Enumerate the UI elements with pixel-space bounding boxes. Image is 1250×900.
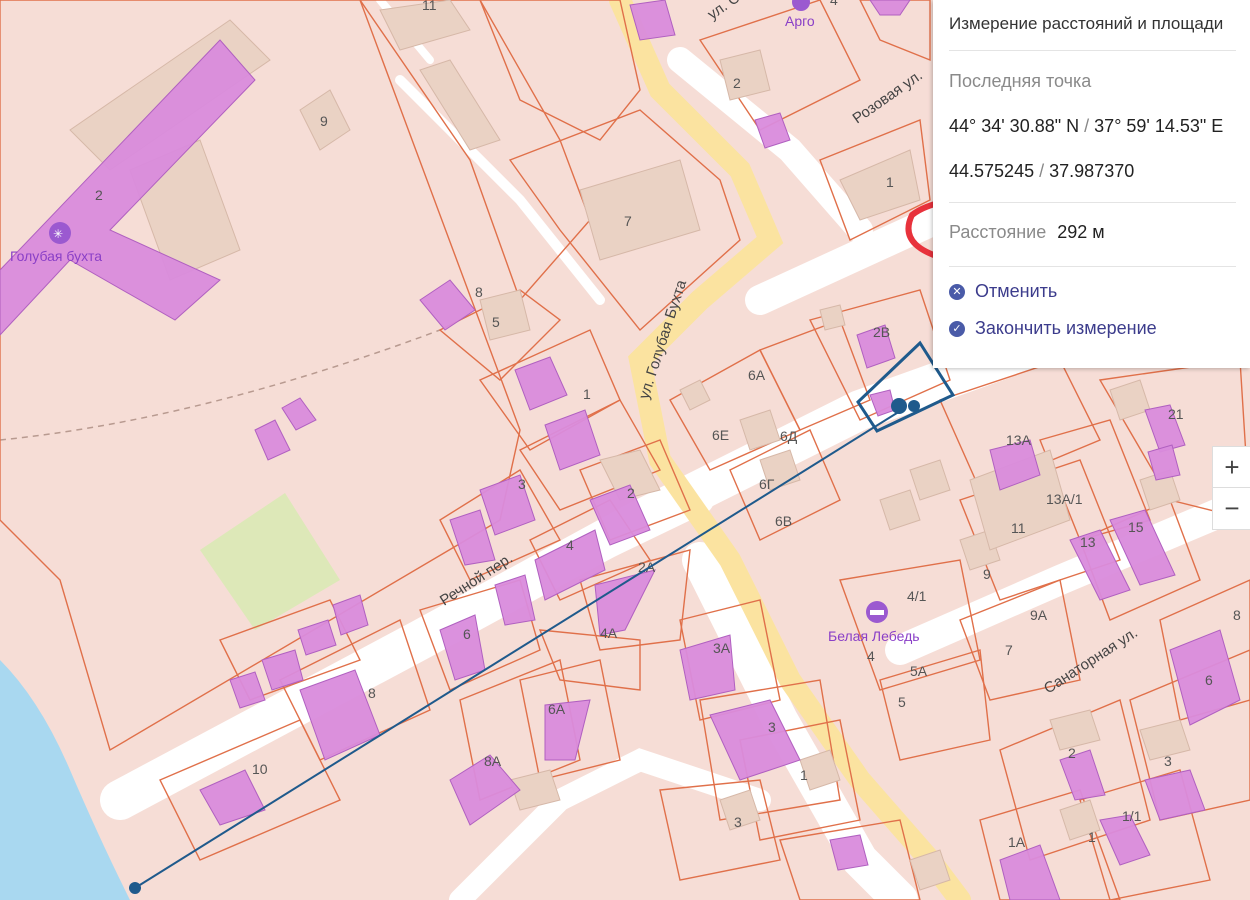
house-number: 10 [252,761,268,777]
house-number: 7 [624,213,632,229]
dms-lat: 44° 34' 30.88" N [949,116,1080,136]
bed-glyph [870,610,884,615]
finish-measurement-button[interactable]: ✓ Закончить измерение [949,318,1157,339]
house-number: 3 [518,476,526,492]
house-number: 6В [775,513,792,529]
zoom-out-button[interactable]: − [1213,488,1250,528]
poi-label: Арго [785,13,815,29]
house-number: 2 [1068,745,1076,761]
measure-point-end[interactable] [891,398,907,414]
house-number: 5А [910,663,928,679]
house-number: 11 [422,0,437,13]
house-number: 3А [713,640,731,656]
dms-lon: 37° 59' 14.53" E [1094,116,1224,136]
house-number: 6А [748,367,766,383]
house-number: 4 [867,648,875,664]
dec-lon: 37.987370 [1049,161,1135,181]
house-number: 8 [1233,607,1241,623]
house-number: 3 [734,814,742,830]
house-number: 1 [800,767,808,783]
check-circle-icon: ✓ [949,320,965,337]
house-number: 6Е [712,427,729,443]
house-number: 1/1 [1122,808,1142,824]
house-number: 9А [1030,607,1048,623]
house-number: 2 [627,485,635,501]
zoom-in-button[interactable]: + [1213,447,1250,487]
house-number: 1А [1008,834,1026,850]
dec-lat: 44.575245 [949,161,1035,181]
house-number: 6 [463,626,471,642]
dms-coordinates: 44° 34' 30.88" N / 37° 59' 14.53" E [949,116,1223,137]
house-number: 2 [95,187,103,203]
distance-label: Расстояние [949,222,1047,242]
house-number: 3 [768,719,776,735]
house-number: 8 [368,685,376,701]
poi-label: Голубая бухта [10,248,102,264]
coord-separator: / [1039,161,1045,181]
house-number: 7 [1005,642,1013,658]
last-point-label: Последняя точка [949,71,1092,91]
house-number: 4А [600,625,618,641]
house-number: 5 [898,694,906,710]
house-number: 11 [1011,520,1026,536]
house-number: 8 [475,284,483,300]
house-number: 2В [873,324,890,340]
house-number: 13 [1080,534,1096,550]
house-number: 1 [886,174,894,190]
house-number: 4 [830,0,838,8]
house-number: 21 [1168,406,1184,422]
measure-point-start[interactable] [129,882,141,894]
measurement-panel: Измерение расстояний и площади Последняя… [933,0,1250,368]
house-number: 3 [1164,753,1172,769]
house-number: 5 [492,314,500,330]
divider [949,202,1236,203]
house-number: 13А [1006,432,1032,448]
house-number: 6 [1205,672,1213,688]
house-number: 9 [983,566,991,582]
house-number: 4 [566,537,574,553]
palm-glyph: ✳ [53,227,63,241]
house-number: 2 [733,75,741,91]
finish-label: Закончить измерение [975,318,1157,338]
distance-value: 292 м [1057,222,1105,242]
house-number: 9 [320,113,328,129]
house-number: 15 [1128,519,1144,535]
panel-title: Измерение расстояний и площади [949,14,1224,33]
house-number: 6А [548,701,566,717]
poi-label: Белая Лебедь [828,628,920,644]
divider [949,266,1236,267]
house-number: 6Д [780,428,798,444]
coord-separator: / [1084,116,1090,136]
zoom-control: + − [1212,446,1250,530]
divider [949,50,1236,51]
house-number: 13А/1 [1046,491,1083,507]
distance-row: Расстояние 292 м [949,222,1105,243]
house-number: 4/1 [907,588,927,604]
decimal-coordinates: 44.575245 / 37.987370 [949,161,1134,182]
close-circle-icon: ✕ [949,283,965,300]
measure-point-end-handle[interactable] [908,400,920,412]
house-number: 1 [1088,829,1096,845]
house-number: 8А [484,753,502,769]
cancel-label: Отменить [975,281,1058,301]
cancel-button[interactable]: ✕ Отменить [949,281,1057,302]
house-number: 1 [583,386,591,402]
